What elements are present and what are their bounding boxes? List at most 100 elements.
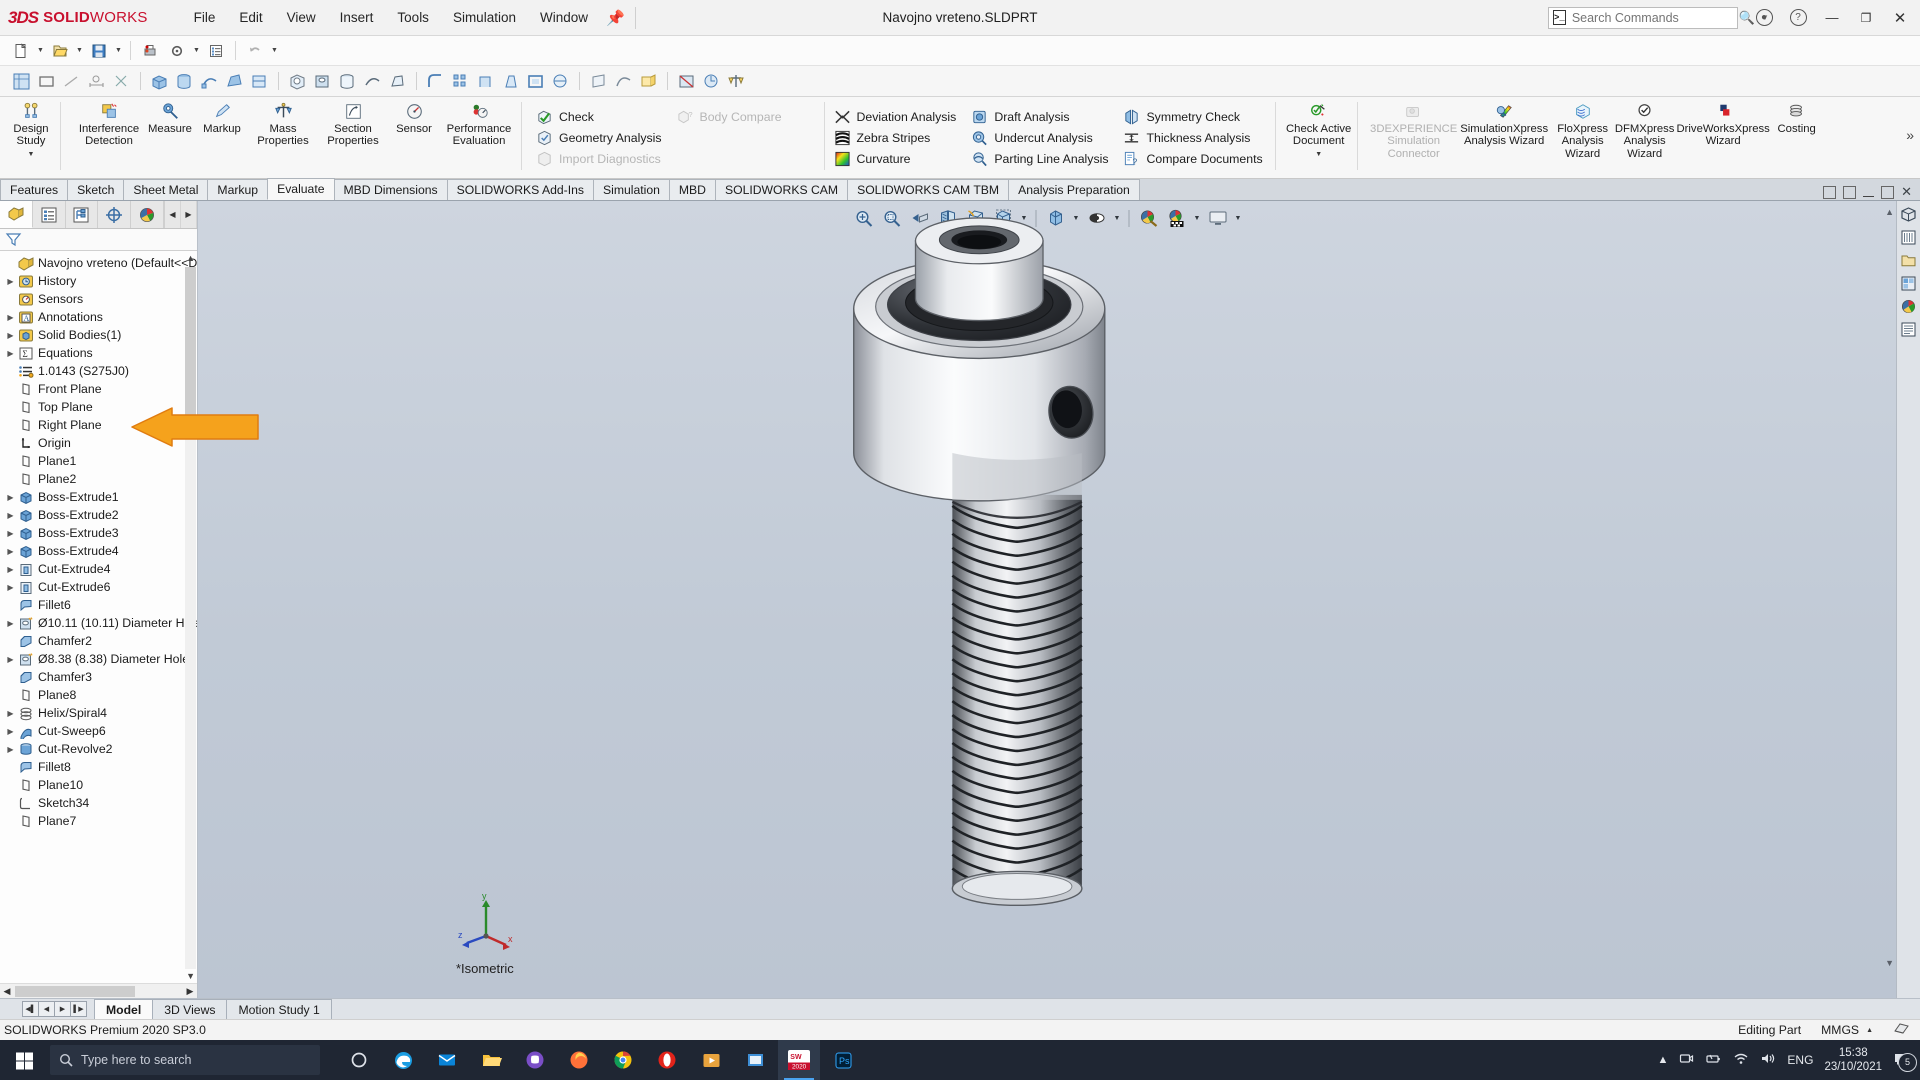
- swept-boss-icon[interactable]: [198, 70, 221, 93]
- design-study-button[interactable]: Design Study ▼: [5, 97, 57, 178]
- design-study-caret[interactable]: ▼: [28, 151, 35, 158]
- new-document-button[interactable]: [8, 39, 34, 63]
- tree-item-sensors[interactable]: Sensors: [0, 290, 197, 308]
- tree-scroll-right[interactable]: ▶: [183, 986, 197, 997]
- tree-expander[interactable]: ▶: [4, 277, 17, 286]
- section-properties-button[interactable]: Section Properties: [318, 97, 388, 178]
- fillet-icon[interactable]: [424, 70, 447, 93]
- boundary-boss-icon[interactable]: [248, 70, 271, 93]
- tree-item-plane2[interactable]: Plane2: [0, 470, 197, 488]
- tile-window-icon[interactable]: [1823, 185, 1837, 199]
- file-explorer-icon[interactable]: [1900, 251, 1918, 269]
- new-window-icon[interactable]: [1843, 185, 1857, 199]
- tree-expander[interactable]: ▶: [4, 547, 17, 556]
- first-tab-button[interactable]: ◀▌: [22, 1001, 39, 1017]
- tree-expander[interactable]: ▶: [4, 331, 17, 340]
- body-compare-button[interactable]: ? Body Compare: [673, 106, 819, 127]
- tree-expander[interactable]: ▶: [4, 313, 17, 322]
- open-document-button[interactable]: [47, 39, 73, 63]
- list-view-button[interactable]: [203, 39, 229, 63]
- wifi-icon[interactable]: [1733, 1051, 1749, 1069]
- viber-icon[interactable]: [514, 1040, 556, 1080]
- tree-scroll-down[interactable]: ▼: [186, 971, 195, 981]
- cortana-icon[interactable]: [338, 1040, 380, 1080]
- mass-properties-button[interactable]: Mass Properties: [248, 97, 318, 178]
- lofted-cut-icon[interactable]: [386, 70, 409, 93]
- new-document-caret[interactable]: ▼: [35, 47, 46, 54]
- camera-icon[interactable]: [1679, 1051, 1694, 1069]
- last-tab-button[interactable]: ▌▶: [70, 1001, 87, 1017]
- tree-expander[interactable]: ▶: [4, 349, 17, 358]
- geometry-analysis-button[interactable]: Geometry Analysis: [532, 127, 669, 148]
- help-button[interactable]: ?: [1782, 4, 1814, 32]
- tab-evaluate[interactable]: Evaluate: [267, 178, 335, 200]
- tree-item-top-plane[interactable]: Top Plane: [0, 398, 197, 416]
- feature-tree[interactable]: ▲ ▼ Navojno vreteno (Default<<Default> ▶…: [0, 251, 197, 983]
- viewport-scroll-down[interactable]: ▼: [1885, 958, 1894, 968]
- tree-item-solid-bodies[interactable]: ▶ Solid Bodies(1): [0, 326, 197, 344]
- smart-dimension-icon[interactable]: [85, 70, 108, 93]
- check-active-document-caret[interactable]: ▼: [1315, 151, 1322, 158]
- interference-detection-button[interactable]: Interference Detection: [74, 97, 144, 178]
- check-active-document-button[interactable]: Check Active Document ▼: [1284, 97, 1354, 178]
- menu-view[interactable]: View: [275, 5, 328, 30]
- model-tab[interactable]: Model: [94, 999, 154, 1019]
- tab-solidworks-add-ins[interactable]: SOLIDWORKS Add-Ins: [446, 179, 594, 200]
- show-hidden-icons-icon[interactable]: ▲: [1658, 1054, 1669, 1066]
- tree-item-history[interactable]: ▶ History: [0, 272, 197, 290]
- tree-item-material[interactable]: 1.0143 (S275J0): [0, 362, 197, 380]
- edge-icon[interactable]: [382, 1040, 424, 1080]
- tree-item-hole1[interactable]: ▶ Ø10.11 (10.11) Diameter Hole1: [0, 614, 197, 632]
- tree-item-plane10[interactable]: Plane10: [0, 776, 197, 794]
- rib-icon[interactable]: [474, 70, 497, 93]
- tree-item-cut-extrude6[interactable]: ▶ Cut-Extrude6: [0, 578, 197, 596]
- tree-filter-bar[interactable]: [0, 229, 197, 251]
- undercut-analysis-button[interactable]: Undercut Analysis: [967, 127, 1115, 148]
- tree-item-boss-extrude1[interactable]: ▶ Boss-Extrude1: [0, 488, 197, 506]
- tree-item-annotations[interactable]: ▶ A Annotations: [0, 308, 197, 326]
- rectangle-tool-icon[interactable]: [35, 70, 58, 93]
- tree-expander[interactable]: ▶: [4, 511, 17, 520]
- document-minimize-icon[interactable]: [1863, 196, 1875, 197]
- draft-icon[interactable]: [499, 70, 522, 93]
- close-button[interactable]: ✕: [1884, 4, 1916, 32]
- menu-window[interactable]: Window: [528, 5, 600, 30]
- threaded-spindle-model[interactable]: [198, 201, 1896, 998]
- tree-item-fillet6[interactable]: Fillet6: [0, 596, 197, 614]
- taskbar-search[interactable]: Type here to search: [50, 1045, 320, 1075]
- volume-icon[interactable]: [1760, 1051, 1776, 1069]
- measure-button[interactable]: Measure: [144, 97, 196, 178]
- tree-item-plane7[interactable]: Plane7: [0, 812, 197, 830]
- tree-expander[interactable]: ▶: [4, 529, 17, 538]
- tree-item-sketch34[interactable]: Sketch34: [0, 794, 197, 812]
- section-view-toolbar-icon[interactable]: [675, 70, 698, 93]
- deviation-analysis-button[interactable]: Deviation Analysis: [830, 106, 964, 127]
- solidworks-icon[interactable]: SW 2020: [778, 1040, 820, 1080]
- tree-expander[interactable]: ▶: [4, 727, 17, 736]
- tree-item-boss-extrude3[interactable]: ▶ Boss-Extrude3: [0, 524, 197, 542]
- tree-item-boss-extrude2[interactable]: ▶ Boss-Extrude2: [0, 506, 197, 524]
- units-caret-icon[interactable]: ▲: [1866, 1027, 1873, 1034]
- open-document-caret[interactable]: ▼: [74, 47, 85, 54]
- tab-markup[interactable]: Markup: [207, 179, 269, 200]
- symmetry-check-button[interactable]: Symmetry Check: [1119, 106, 1269, 127]
- tree-item-hole2[interactable]: ▶ Ø8.38 (8.38) Diameter Hole1: [0, 650, 197, 668]
- tree-item-chamfer2[interactable]: Chamfer2: [0, 632, 197, 650]
- tree-item-plane1[interactable]: Plane1: [0, 452, 197, 470]
- search-commands-box[interactable]: >_ 🔍 ▼: [1548, 6, 1769, 29]
- tree-expander[interactable]: ▶: [4, 493, 17, 502]
- prev-tab-button[interactable]: ◀: [38, 1001, 55, 1017]
- battery-icon[interactable]: [1705, 1051, 1722, 1069]
- document-close-icon[interactable]: ✕: [1901, 184, 1912, 200]
- sketch-tool-icon[interactable]: [10, 70, 33, 93]
- chrome-icon[interactable]: [602, 1040, 644, 1080]
- file-explorer-icon[interactable]: [470, 1040, 512, 1080]
- minimize-button[interactable]: —: [1816, 4, 1848, 32]
- panel-prev-arrow[interactable]: ◀: [165, 201, 181, 228]
- check-button[interactable]: Check: [532, 106, 669, 127]
- wrap-icon[interactable]: [549, 70, 572, 93]
- zebra-stripes-button[interactable]: Zebra Stripes: [830, 127, 964, 148]
- search-input[interactable]: [1571, 10, 1733, 25]
- save-button[interactable]: [86, 39, 112, 63]
- tree-scroll-up[interactable]: ▲: [186, 253, 195, 263]
